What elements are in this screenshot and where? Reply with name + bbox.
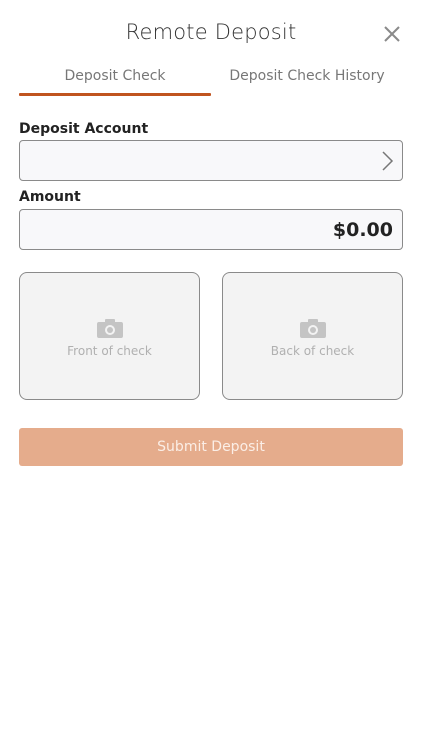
amount-label: Amount bbox=[19, 189, 81, 205]
amount-value: $0.00 bbox=[332, 219, 393, 241]
header: Remote Deposit bbox=[0, 0, 422, 64]
active-tab-indicator bbox=[19, 93, 211, 96]
tab-deposit-check-history[interactable]: Deposit Check History bbox=[211, 62, 403, 98]
chevron-right-icon bbox=[382, 151, 394, 171]
submit-deposit-button[interactable]: Submit Deposit bbox=[19, 428, 403, 466]
camera-icon bbox=[300, 319, 326, 338]
back-of-check-caption: Back of check bbox=[270, 344, 355, 358]
page-title: Remote Deposit bbox=[125, 20, 297, 44]
front-of-check-capture[interactable]: Front of check bbox=[19, 272, 200, 400]
back-of-check-capture[interactable]: Back of check bbox=[222, 272, 403, 400]
deposit-account-select[interactable] bbox=[19, 140, 403, 181]
close-icon[interactable] bbox=[380, 22, 404, 46]
deposit-account-label: Deposit Account bbox=[19, 121, 149, 137]
amount-input[interactable]: $0.00 bbox=[19, 209, 403, 250]
front-of-check-caption: Front of check bbox=[67, 344, 152, 358]
camera-icon bbox=[97, 319, 123, 338]
